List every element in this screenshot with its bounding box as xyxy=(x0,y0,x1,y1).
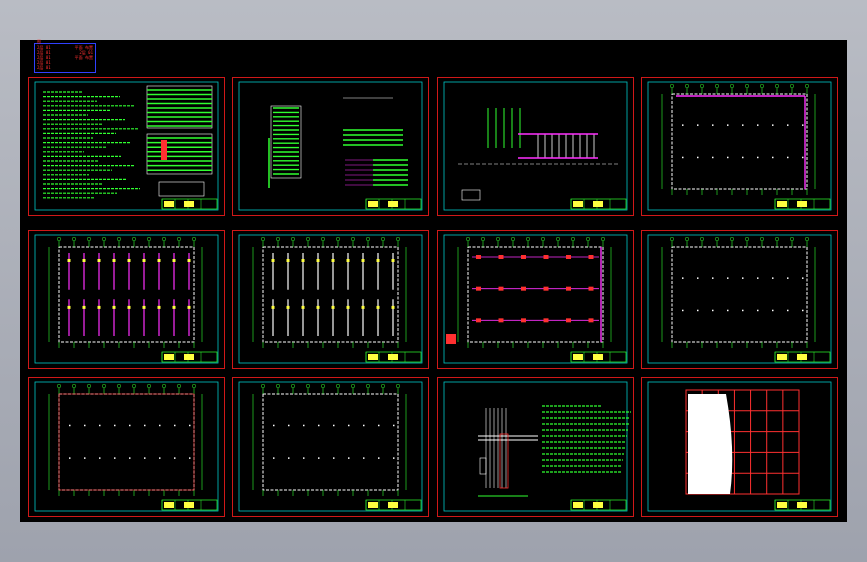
sheet-linework xyxy=(238,81,423,211)
sheet-linework xyxy=(238,381,423,512)
cad-drawing-viewport[interactable]: 图 2层 01 平面 布置 2层 01 2层 01 2层 01 平面 布置 2层 01… xyxy=(20,39,847,522)
drawing-sheet-lighting[interactable] xyxy=(28,230,225,369)
sheet-linework xyxy=(443,381,631,512)
drawing-sheet-lighting-2[interactable] xyxy=(232,230,429,369)
drawing-sheet-plan-2[interactable] xyxy=(641,230,838,369)
legend-title: 图 xyxy=(37,39,41,44)
sheet-linework xyxy=(647,234,832,364)
drawing-sheet-schematic[interactable] xyxy=(232,77,429,216)
sheet-linework xyxy=(34,234,219,364)
sheet-linework xyxy=(443,234,628,364)
sheet-linework xyxy=(647,81,832,211)
layout-legend: 图 2层 01 平面 布置 2层 01 2层 01 2层 01 平面 布置 2层 01… xyxy=(34,39,96,73)
sheet-linework xyxy=(34,81,219,211)
drawing-sheet-detail[interactable] xyxy=(437,377,634,517)
drawing-sheet-plan-3[interactable] xyxy=(28,377,225,517)
sheet-linework xyxy=(443,81,628,211)
drawing-sheet-grid[interactable] xyxy=(232,377,429,517)
drawing-sheet-riser[interactable] xyxy=(437,77,634,216)
legend-row: 2层 01 xyxy=(37,65,51,70)
drawing-sheet-notes[interactable] xyxy=(28,77,225,216)
sheet-linework xyxy=(238,234,423,364)
sheet-linework xyxy=(34,381,219,512)
drawing-sheet-plan[interactable] xyxy=(641,77,838,216)
drawing-sheet-sockets[interactable] xyxy=(437,230,634,369)
sheet-linework xyxy=(647,381,832,512)
drawing-sheet-grid-red[interactable] xyxy=(641,377,838,517)
